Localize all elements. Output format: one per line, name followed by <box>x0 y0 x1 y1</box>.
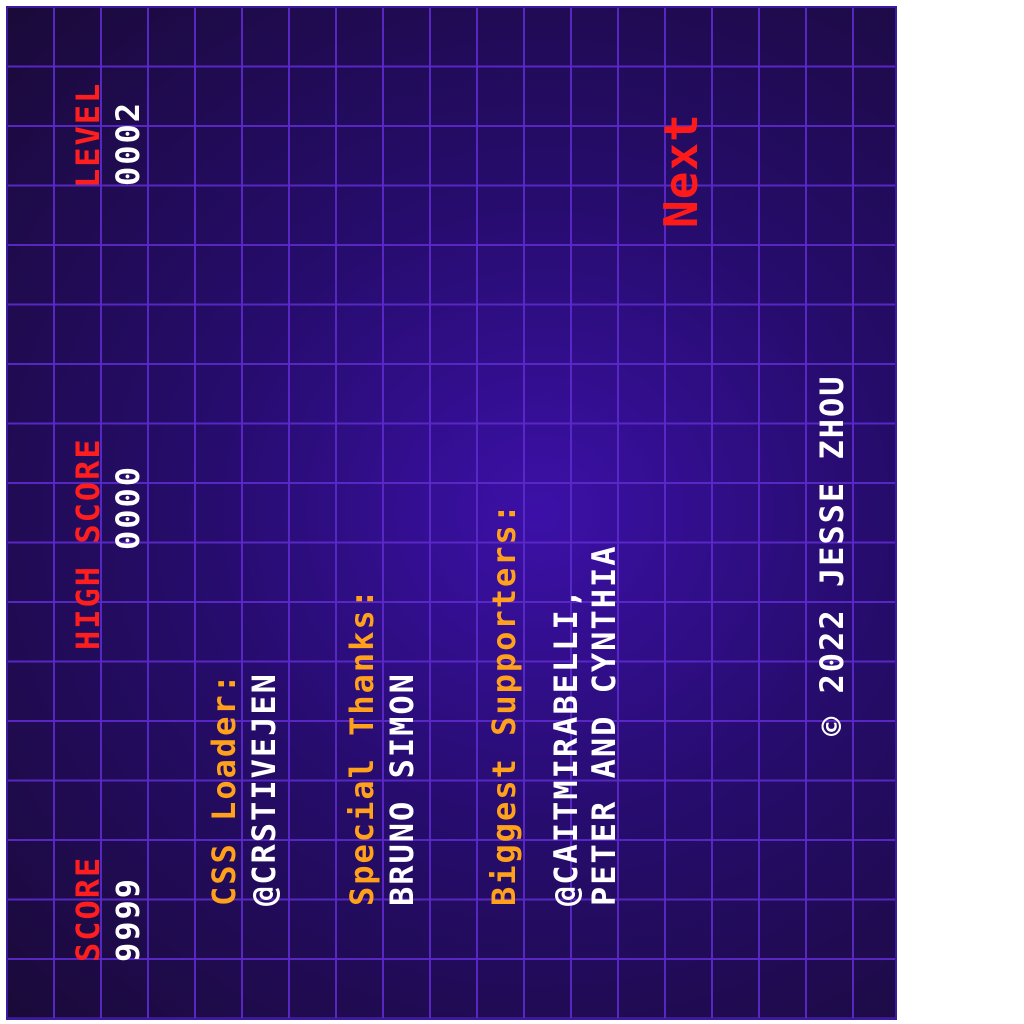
special-thanks-name: BRUNO SIMON <box>383 672 421 906</box>
game-screen: SCORE 9999 HIGH SCORE 0000 LEVEL 0002 CS… <box>6 6 897 1020</box>
next-button[interactable]: Next <box>654 113 708 228</box>
css-loader-heading: CSS Loader: <box>205 672 243 906</box>
supporters-line-1: @CAITMIRABELLI, <box>547 587 585 906</box>
high-score-value: 0000 <box>109 464 147 550</box>
css-loader-name: @CRSTIVEJEN <box>245 672 283 906</box>
copyright-text: © 2022 JESSE ZHOU <box>813 374 851 736</box>
supporters-line-2: PETER AND CYNTHIA <box>585 544 623 906</box>
special-thanks-heading: Special Thanks: <box>343 587 381 906</box>
supporters-heading: Biggest Supporters: <box>485 501 523 906</box>
level-value: 0002 <box>109 100 147 186</box>
score-value: 9999 <box>109 876 147 962</box>
credits-panel: SCORE 9999 HIGH SCORE 0000 LEVEL 0002 CS… <box>8 8 895 1018</box>
high-score-label: HIGH SCORE <box>69 437 107 650</box>
level-label: LEVEL <box>69 81 107 188</box>
score-label: SCORE <box>69 855 107 962</box>
